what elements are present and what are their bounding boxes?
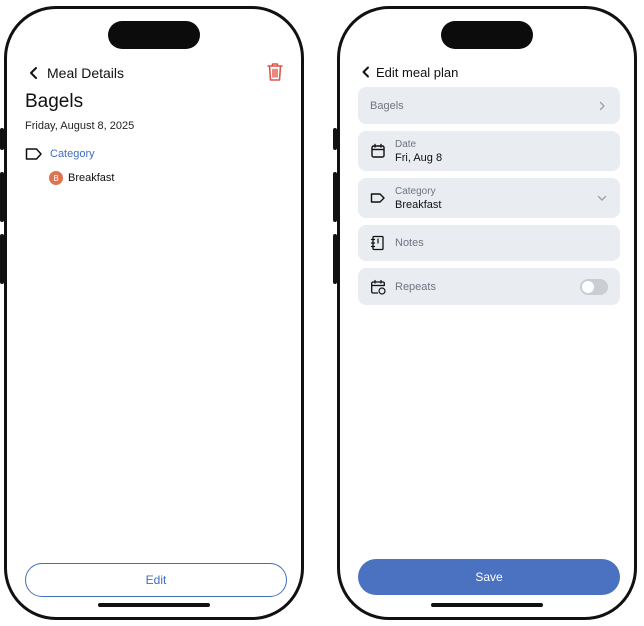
date-field[interactable]: Date Fri, Aug 8 — [358, 131, 620, 171]
phone-meal-details: Meal Details Bagels Friday, August 8, 20… — [4, 6, 304, 620]
phone-edit-meal-plan: Edit meal plan Bagels Date Fri, Aug 8 Ca… — [337, 6, 637, 620]
category-field-label: Category — [395, 185, 436, 197]
chevron-left-icon[interactable] — [358, 64, 374, 80]
category-label: Category — [50, 148, 95, 160]
meal-title: Bagels — [25, 91, 84, 112]
trash-icon[interactable] — [265, 61, 285, 83]
notes-placeholder: Notes — [395, 237, 424, 249]
home-indicator — [98, 603, 210, 607]
details-nav-title: Meal Details — [47, 65, 125, 81]
chevron-down-icon — [597, 195, 607, 201]
tag-icon — [25, 148, 42, 160]
screenshot-stage: Meal Details Bagels Friday, August 8, 20… — [0, 0, 644, 626]
toggle-knob — [582, 280, 594, 293]
category-chip: B Breakfast — [49, 171, 114, 185]
edit-nav-bar: Edit meal plan — [358, 61, 458, 83]
repeats-field: Repeats — [358, 268, 620, 305]
meal-select-field[interactable]: Bagels — [358, 87, 620, 124]
meal-select-value: Bagels — [370, 99, 404, 112]
calendar-icon — [371, 143, 385, 158]
category-value: Breakfast — [68, 172, 115, 184]
category-select-field[interactable]: Category Breakfast — [358, 178, 620, 218]
edit-button[interactable]: Edit — [25, 563, 287, 597]
phone-notch — [108, 21, 200, 49]
repeats-toggle[interactable] — [580, 278, 608, 295]
home-indicator — [431, 603, 543, 607]
date-value: Fri, Aug 8 — [395, 151, 443, 164]
category-heading: Category — [25, 147, 95, 161]
edit-nav-title: Edit meal plan — [376, 64, 459, 80]
notes-field[interactable]: Notes — [358, 225, 620, 261]
chevron-right-icon — [599, 101, 605, 110]
chevron-left-icon[interactable] — [25, 64, 43, 82]
category-badge: B — [49, 171, 63, 185]
notebook-icon — [370, 235, 384, 251]
details-nav-bar: Meal Details — [25, 61, 285, 85]
category-field-value: Breakfast — [395, 198, 442, 211]
repeats-label: Repeats — [395, 280, 436, 293]
meal-date: Friday, August 8, 2025 — [25, 120, 135, 132]
phone-notch — [441, 21, 533, 49]
save-button[interactable]: Save — [358, 559, 620, 595]
calendar-repeat-icon — [371, 279, 386, 295]
date-label: Date — [395, 138, 417, 150]
tag-icon — [370, 193, 385, 203]
